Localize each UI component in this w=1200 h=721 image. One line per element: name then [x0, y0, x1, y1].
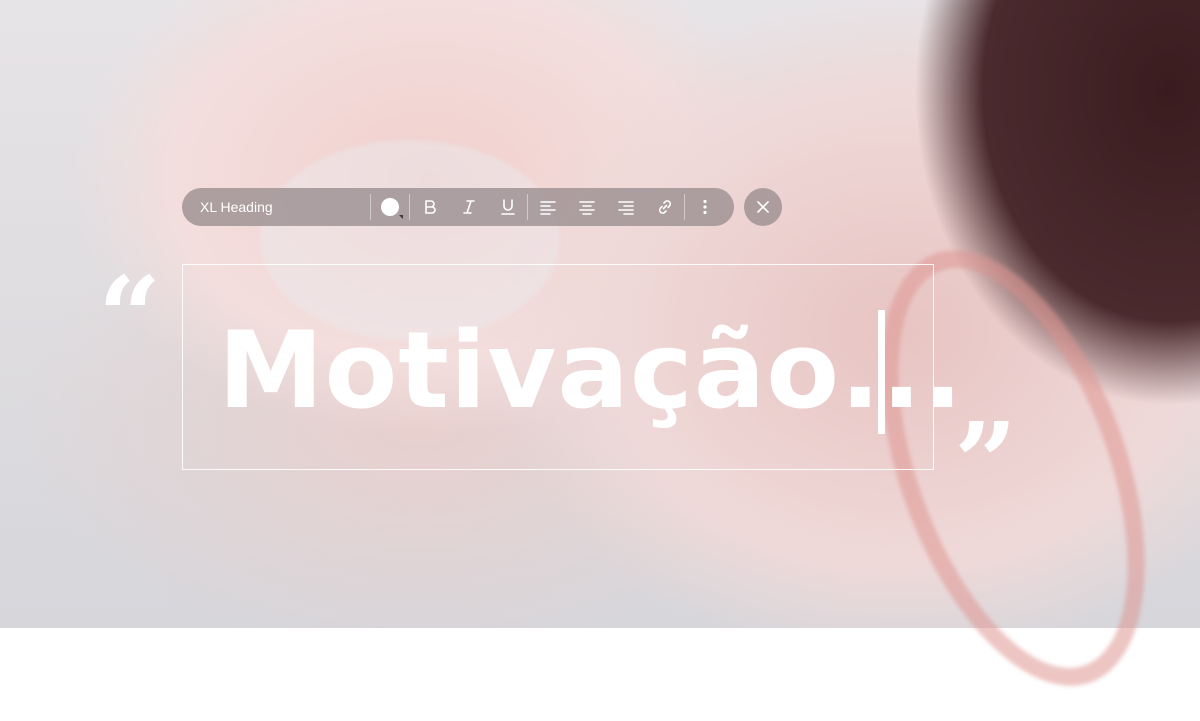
link-button[interactable]: [645, 188, 684, 226]
color-swatch-icon: [381, 198, 399, 216]
close-quote-mark: ”: [954, 398, 1018, 527]
heading-text[interactable]: Motivação...: [218, 310, 964, 432]
align-right-icon: [617, 201, 634, 215]
align-right-button[interactable]: [606, 188, 645, 226]
open-quote-mark: “: [98, 252, 162, 381]
italic-icon: [462, 200, 475, 214]
text-style-select[interactable]: XL Heading: [182, 199, 370, 215]
align-center-button[interactable]: [567, 188, 606, 226]
underline-button[interactable]: [488, 188, 527, 226]
align-left-button[interactable]: [528, 188, 567, 226]
underline-icon: [500, 199, 515, 215]
more-options-button[interactable]: [685, 188, 724, 226]
close-toolbar-button[interactable]: [744, 188, 782, 226]
more-vertical-icon: [702, 199, 707, 215]
link-icon: [658, 200, 671, 214]
align-center-icon: [578, 201, 595, 215]
bold-icon: [424, 200, 436, 214]
text-format-toolbar: XL Heading: [182, 188, 734, 226]
close-icon: [757, 201, 769, 213]
italic-button[interactable]: [449, 188, 488, 226]
align-left-icon: [539, 201, 556, 215]
text-color-button[interactable]: [371, 188, 409, 226]
text-cursor: [878, 310, 885, 434]
bold-button[interactable]: [410, 188, 449, 226]
